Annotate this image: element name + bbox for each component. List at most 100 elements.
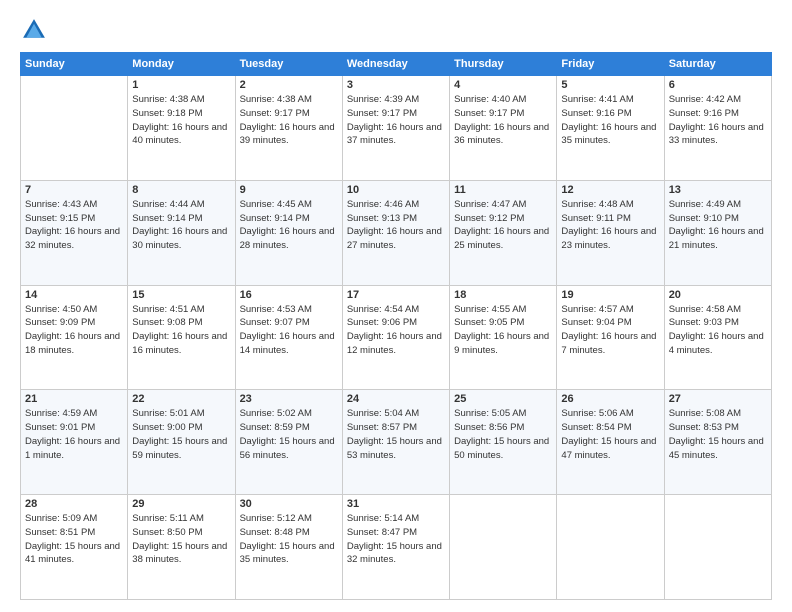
page: SundayMondayTuesdayWednesdayThursdayFrid… xyxy=(0,0,792,612)
sunrise-label: Sunrise: 5:08 AM xyxy=(669,408,741,419)
day-info: Sunrise: 5:01 AMSunset: 9:00 PMDaylight:… xyxy=(132,407,230,462)
daylight-label: Daylight: 15 hours and 50 minutes. xyxy=(454,436,549,461)
sunrise-label: Sunrise: 4:58 AM xyxy=(669,304,741,315)
sunrise-label: Sunrise: 4:39 AM xyxy=(347,94,419,105)
calendar-cell: 18 Sunrise: 4:55 AMSunset: 9:05 PMDayligh… xyxy=(450,285,557,390)
calendar-cell: 9Sunrise: 4:45 AMSunset: 9:14 PMDaylight… xyxy=(235,180,342,285)
sunset-label: Sunset: 9:12 PM xyxy=(454,213,524,224)
daylight-label: Daylight: 16 hours and 35 minutes. xyxy=(561,122,656,147)
calendar-cell: 17Sunrise: 4:54 AMSunset: 9:06 PMDayligh… xyxy=(342,285,449,390)
sunrise-label: Sunrise: 4:57 AM xyxy=(561,304,633,315)
sunrise-label: Sunrise: 4:38 AM xyxy=(240,94,312,105)
sunset-label: Sunset: 9:13 PM xyxy=(347,213,417,224)
weekday-header-row: SundayMondayTuesdayWednesdayThursdayFrid… xyxy=(21,53,772,76)
sunset-label: Sunset: 9:04 PM xyxy=(561,317,631,328)
sunset-label: Sunset: 9:15 PM xyxy=(25,213,95,224)
sunset-label: Sunset: 8:54 PM xyxy=(561,422,631,433)
calendar-cell: 31Sunrise: 5:14 AMSunset: 8:47 PMDayligh… xyxy=(342,495,449,600)
day-number: 24 xyxy=(347,393,445,405)
calendar-cell: 4Sunrise: 4:40 AMSunset: 9:17 PMDaylight… xyxy=(450,76,557,181)
header xyxy=(20,16,772,44)
day-info: Sunrise: 4:38 AMSunset: 9:18 PMDaylight:… xyxy=(132,93,230,148)
daylight-label: Daylight: 16 hours and 1 minute. xyxy=(25,436,120,461)
sunrise-label: Sunrise: 5:12 AM xyxy=(240,513,312,524)
sunset-label: Sunset: 9:18 PM xyxy=(132,108,202,119)
calendar-cell: 24 Sunrise: 5:04 AMSunset: 8:57 PMDayligh… xyxy=(342,390,449,495)
daylight-label: Daylight: 16 hours and 37 minutes. xyxy=(347,122,442,147)
sunset-label: Sunset: 9:07 PM xyxy=(240,317,310,328)
logo xyxy=(20,16,52,44)
day-number: 30 xyxy=(240,498,338,510)
day-info: Sunrise: 4:39 AMSunset: 9:17 PMDaylight:… xyxy=(347,93,445,148)
day-number: 9 xyxy=(240,184,338,196)
daylight-label: Daylight: 16 hours and 28 minutes. xyxy=(240,226,335,251)
sunset-label: Sunset: 8:56 PM xyxy=(454,422,524,433)
day-info: Sunrise: 5:02 AMSunset: 8:59 PMDaylight:… xyxy=(240,407,338,462)
weekday-header-sunday: Sunday xyxy=(21,53,128,76)
week-row-1: 1Sunrise: 4:38 AMSunset: 9:18 PMDaylight… xyxy=(21,76,772,181)
day-info: Sunrise: 4:46 AMSunset: 9:13 PMDaylight:… xyxy=(347,198,445,253)
sunrise-label: Sunrise: 5:11 AM xyxy=(132,513,204,524)
sunrise-label: Sunrise: 5:05 AM xyxy=(454,408,526,419)
day-number: 15 xyxy=(132,289,230,301)
calendar-cell: 20Sunrise: 4:58 AMSunset: 9:03 PMDayligh… xyxy=(664,285,771,390)
calendar-cell xyxy=(450,495,557,600)
daylight-label: Daylight: 15 hours and 45 minutes. xyxy=(669,436,764,461)
day-info: Sunrise: 4:41 AMSunset: 9:16 PMDaylight:… xyxy=(561,93,659,148)
day-info: Sunrise: 4:58 AMSunset: 9:03 PMDaylight:… xyxy=(669,303,767,358)
day-number: 7 xyxy=(25,184,123,196)
day-info: Sunrise: 4:48 AMSunset: 9:11 PMDaylight:… xyxy=(561,198,659,253)
day-number: 3 xyxy=(347,79,445,91)
day-info: Sunrise: 4:55 AMSunset: 9:05 PMDaylight:… xyxy=(454,303,552,358)
sunset-label: Sunset: 9:14 PM xyxy=(240,213,310,224)
day-number: 27 xyxy=(669,393,767,405)
sunrise-label: Sunrise: 4:40 AM xyxy=(454,94,526,105)
sunrise-label: Sunrise: 5:04 AM xyxy=(347,408,419,419)
day-number: 14 xyxy=(25,289,123,301)
sunrise-label: Sunrise: 4:55 AM xyxy=(454,304,526,315)
calendar-cell: 19Sunrise: 4:57 AMSunset: 9:04 PMDayligh… xyxy=(557,285,664,390)
calendar-cell: 2Sunrise: 4:38 AMSunset: 9:17 PMDaylight… xyxy=(235,76,342,181)
week-row-5: 28Sunrise: 5:09 AMSunset: 8:51 PMDayligh… xyxy=(21,495,772,600)
calendar-table: SundayMondayTuesdayWednesdayThursdayFrid… xyxy=(20,52,772,600)
calendar-cell: 27Sunrise: 5:08 AMSunset: 8:53 PMDayligh… xyxy=(664,390,771,495)
daylight-label: Daylight: 15 hours and 38 minutes. xyxy=(132,541,227,566)
daylight-label: Daylight: 15 hours and 32 minutes. xyxy=(347,541,442,566)
sunrise-label: Sunrise: 4:59 AM xyxy=(25,408,97,419)
calendar-cell: 23Sunrise: 5:02 AMSunset: 8:59 PMDayligh… xyxy=(235,390,342,495)
sunset-label: Sunset: 9:03 PM xyxy=(669,317,739,328)
daylight-label: Daylight: 15 hours and 41 minutes. xyxy=(25,541,120,566)
day-number: 16 xyxy=(240,289,338,301)
calendar-cell: 28Sunrise: 5:09 AMSunset: 8:51 PMDayligh… xyxy=(21,495,128,600)
day-info: Sunrise: 5:09 AMSunset: 8:51 PMDaylight:… xyxy=(25,512,123,567)
day-info: Sunrise: 4:49 AMSunset: 9:10 PMDaylight:… xyxy=(669,198,767,253)
day-number: 29 xyxy=(132,498,230,510)
sunset-label: Sunset: 9:17 PM xyxy=(454,108,524,119)
daylight-label: Daylight: 16 hours and 14 minutes. xyxy=(240,331,335,356)
calendar-cell xyxy=(664,495,771,600)
calendar-cell: 16 Sunrise: 4:53 AMSunset: 9:07 PMDayligh… xyxy=(235,285,342,390)
day-info: Sunrise: 4:40 AM Sunset: 9:17 PM Daylight:… xyxy=(454,93,552,148)
day-info: Sunrise: 5:05 AM Sunset: 8:56 PM Daylight:… xyxy=(454,407,552,462)
daylight-label: Daylight: 16 hours and 23 minutes. xyxy=(561,226,656,251)
daylight-label: Daylight: 16 hours and 30 minutes. xyxy=(132,226,227,251)
daylight-label: Daylight: 16 hours and 12 minutes. xyxy=(347,331,442,356)
daylight-label: Daylight: 16 hours and 18 minutes. xyxy=(25,331,120,356)
daylight-label: Daylight: 15 hours and 35 minutes. xyxy=(240,541,335,566)
day-number: 11 xyxy=(454,184,552,196)
day-info: Sunrise: 4:53 AMSunset: 9:07 PMDaylight:… xyxy=(240,303,338,358)
sunset-label: Sunset: 9:08 PM xyxy=(132,317,202,328)
day-number: 18 xyxy=(454,289,552,301)
week-row-4: 21Sunrise: 4:59 AMSunset: 9:01 PMDayligh… xyxy=(21,390,772,495)
daylight-label: Daylight: 15 hours and 53 minutes. xyxy=(347,436,442,461)
day-info: Sunrise: 5:04 AMSunset: 8:57 PMDaylight:… xyxy=(347,407,445,462)
sunrise-label: Sunrise: 4:46 AM xyxy=(347,199,419,210)
daylight-label: Daylight: 16 hours and 36 minutes. xyxy=(454,122,549,147)
calendar-cell: 10Sunrise: 4:46 AMSunset: 9:13 PMDayligh… xyxy=(342,180,449,285)
sunrise-label: Sunrise: 4:51 AM xyxy=(132,304,204,315)
sunrise-label: Sunrise: 4:48 AM xyxy=(561,199,633,210)
calendar-cell: 1Sunrise: 4:38 AMSunset: 9:18 PMDaylight… xyxy=(128,76,235,181)
calendar-cell xyxy=(21,76,128,181)
calendar-cell: 29Sunrise: 5:11 AMSunset: 8:50 PMDayligh… xyxy=(128,495,235,600)
sunset-label: Sunset: 9:16 PM xyxy=(669,108,739,119)
